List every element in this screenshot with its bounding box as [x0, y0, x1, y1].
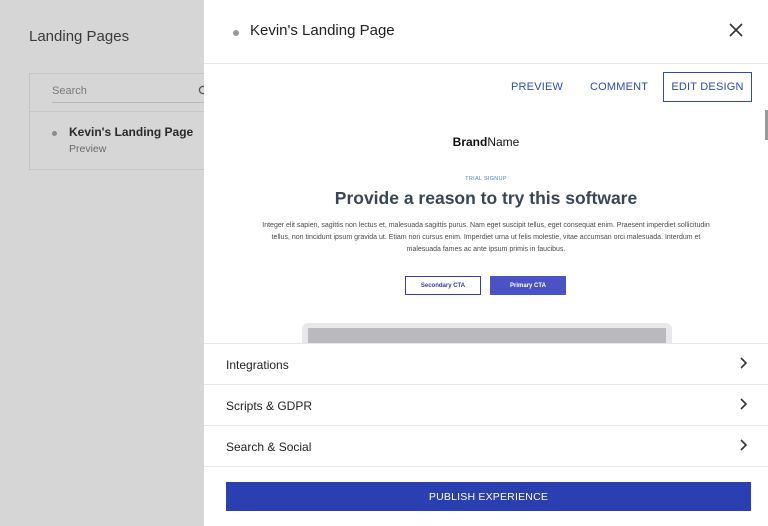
section-integrations[interactable]: Integrations [204, 343, 768, 384]
search-input[interactable]: Search [52, 81, 210, 103]
chevron-right-icon [740, 439, 748, 451]
section-label: Scripts & GDPR [226, 399, 313, 413]
section-label: Integrations [226, 358, 289, 372]
comment-button[interactable]: COMMENT [590, 81, 648, 93]
experience-drawer: Kevin's Landing Page PREVIEW COMMENT EDI… [204, 0, 768, 526]
device-screen [308, 328, 666, 343]
preview-body: Integer elit sapien, sagittis non lectus… [262, 222, 710, 253]
eyebrow-text: TRIAL SIGNUP [465, 176, 507, 182]
primary-cta-button: Primary CTA [490, 276, 566, 295]
status-dot [52, 131, 57, 136]
landing-pages-card: Search Kevin's Landing Page Preview [29, 73, 229, 170]
list-item-subtitle: Preview [69, 143, 107, 155]
landing-pages-panel: Landing Pages Search Kevin's Landing Pag… [0, 0, 229, 526]
search-placeholder: Search [52, 85, 87, 97]
settings-accordion: Integrations Scripts & GDPR Search & Soc… [204, 343, 768, 467]
divider [30, 111, 228, 112]
chevron-right-icon [740, 398, 748, 410]
page-preview: BrandName TRIAL SIGNUP Provide a reason … [204, 110, 768, 343]
section-search-social[interactable]: Search & Social [204, 425, 768, 466]
secondary-cta-button: Secondary CTA [405, 276, 481, 295]
divider [204, 466, 768, 467]
edit-design-button[interactable]: EDIT DESIGN [663, 72, 752, 102]
list-item-title: Kevin's Landing Page [69, 125, 194, 139]
chevron-right-icon [740, 357, 748, 369]
action-bar: PREVIEW COMMENT EDIT DESIGN [204, 64, 768, 110]
drawer-title: Kevin's Landing Page [250, 22, 395, 39]
preview-button[interactable]: PREVIEW [511, 81, 563, 93]
publish-experience-button[interactable]: PUBLISH EXPERIENCE [226, 482, 751, 511]
preview-headline: Provide a reason to try this software [334, 188, 638, 208]
brand-regular: Name [487, 135, 520, 149]
panel-title: Landing Pages [29, 28, 130, 45]
section-scripts-gdpr[interactable]: Scripts & GDPR [204, 384, 768, 425]
section-label: Search & Social [226, 440, 312, 454]
brand-logo: BrandName [204, 135, 768, 149]
close-icon[interactable] [728, 22, 744, 38]
drawer-header: Kevin's Landing Page [204, 0, 768, 64]
brand-bold: Brand [452, 135, 488, 149]
device-mockup [302, 323, 672, 343]
status-dot [233, 30, 239, 36]
